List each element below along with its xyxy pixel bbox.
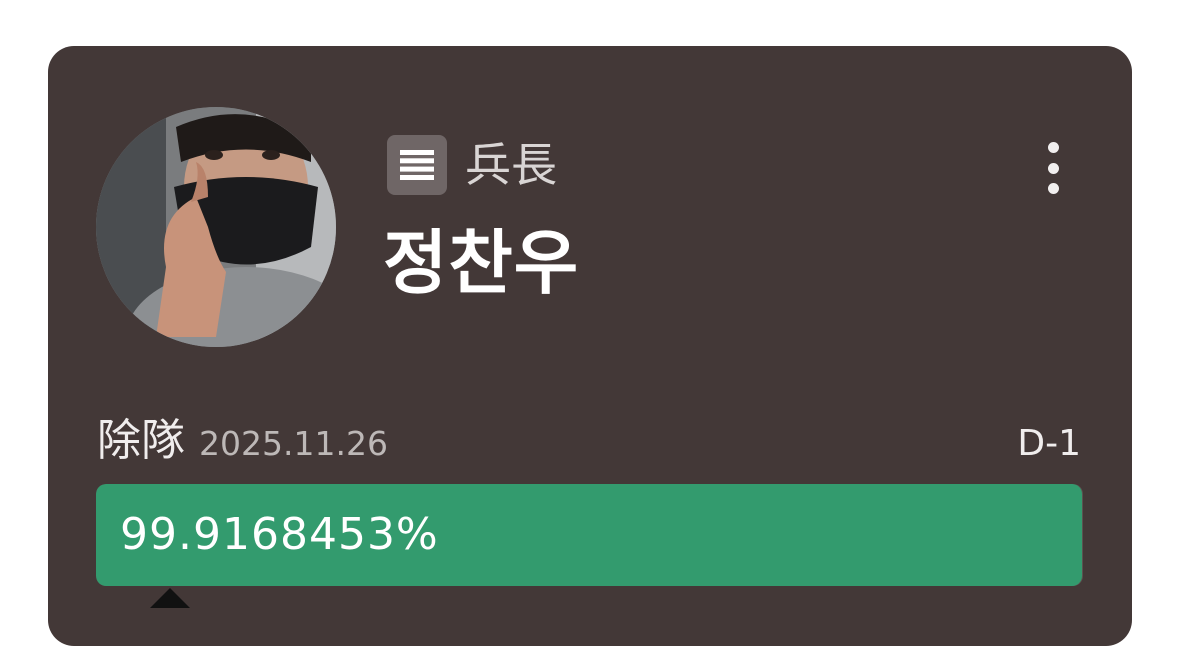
- rank-label: 兵長: [465, 138, 557, 192]
- discharge-label: 除隊: [97, 415, 185, 466]
- more-vertical-icon[interactable]: [1033, 138, 1073, 198]
- rank-row: 兵長: [387, 135, 557, 195]
- service-progress-bar: 99.9168453%: [96, 484, 1083, 586]
- tooltip-pointer: [150, 588, 190, 608]
- avatar-photo: [96, 107, 336, 347]
- progress-percent: 99.9168453%: [120, 509, 439, 560]
- profile-card: 兵長 정찬우 除隊 2025.11.26 D-1 99.9168453%: [48, 46, 1132, 646]
- list-icon: [387, 135, 447, 195]
- discharge-row: 除隊 2025.11.26 D-1: [97, 411, 1081, 471]
- avatar[interactable]: [96, 107, 336, 347]
- d-day-counter: D-1: [1017, 423, 1081, 464]
- discharge-date: 2025.11.26: [199, 424, 388, 463]
- profile-name: 정찬우: [383, 222, 580, 304]
